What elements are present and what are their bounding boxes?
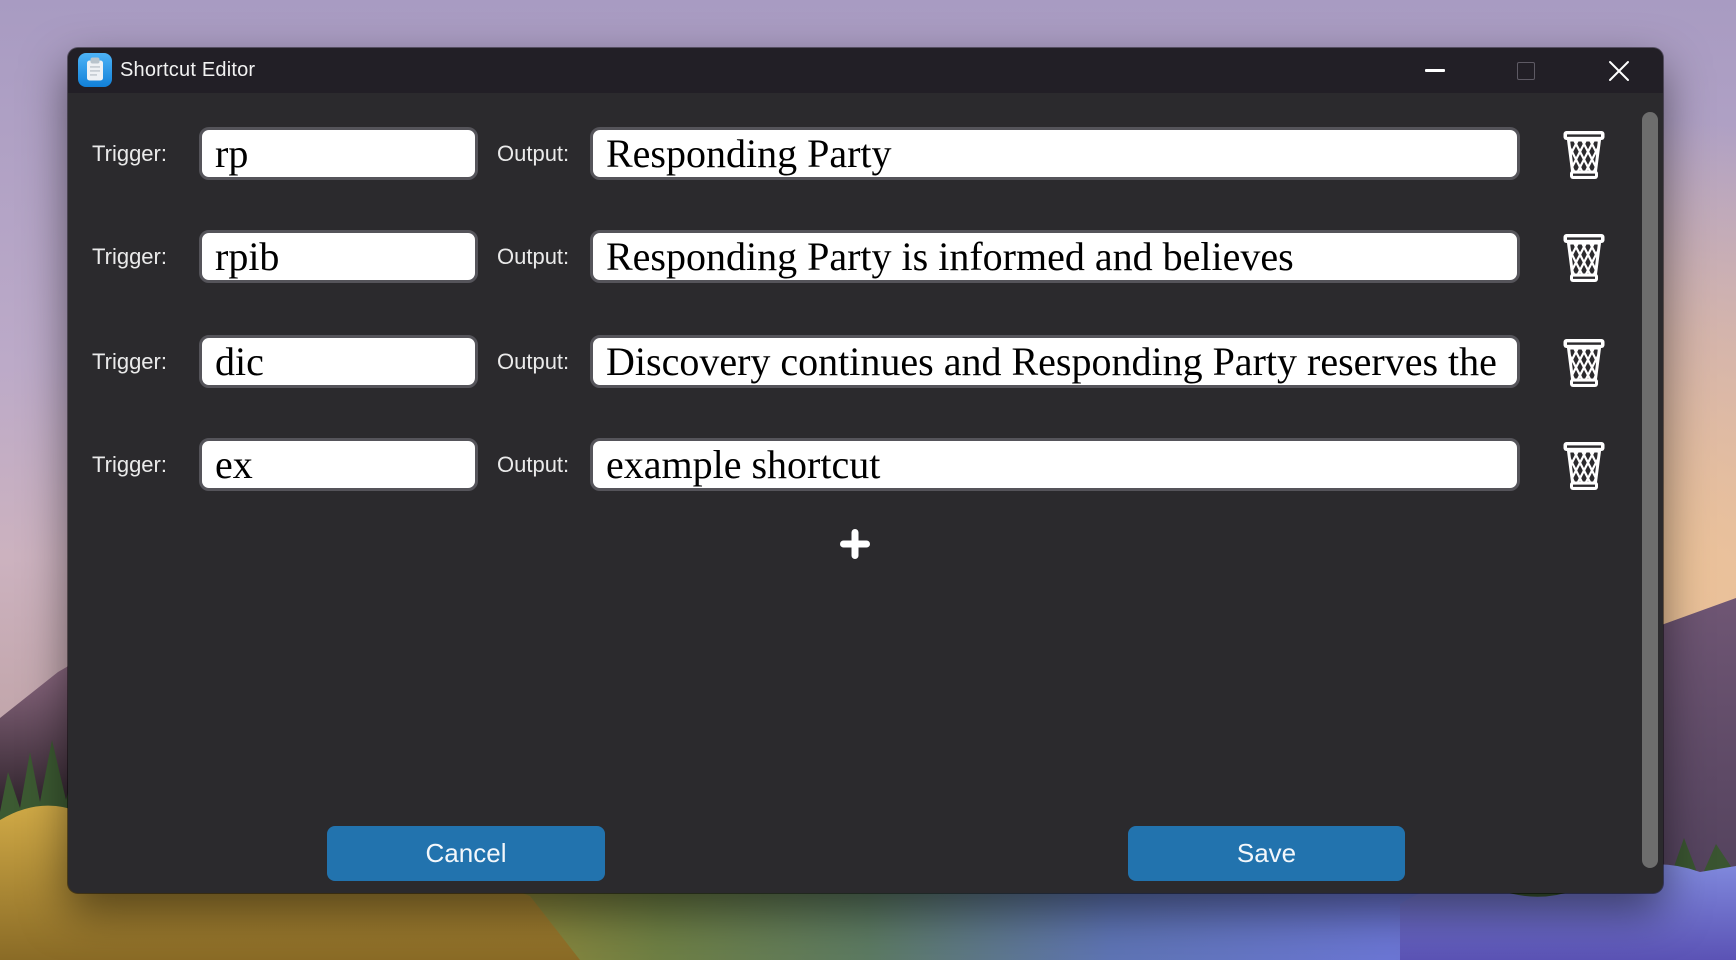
trigger-label: Trigger:	[92, 127, 167, 180]
trash-icon	[1562, 232, 1606, 282]
trigger-label: Trigger:	[92, 438, 167, 491]
trigger-label: Trigger:	[92, 230, 167, 283]
delete-shortcut-button[interactable]	[1558, 231, 1610, 283]
add-shortcut-button[interactable]	[823, 522, 887, 566]
output-label: Output:	[497, 230, 569, 283]
output-input[interactable]	[590, 335, 1520, 388]
output-input[interactable]	[590, 127, 1520, 180]
trigger-input[interactable]	[199, 438, 478, 491]
cancel-button[interactable]: Cancel	[327, 826, 605, 881]
output-input[interactable]	[590, 230, 1520, 283]
window-title: Shortcut Editor	[120, 48, 255, 93]
trigger-label: Trigger:	[92, 335, 167, 388]
maximize-button[interactable]	[1495, 48, 1557, 93]
plus-icon	[840, 529, 870, 559]
output-label: Output:	[497, 335, 569, 388]
minimize-icon	[1425, 69, 1445, 72]
scrollbar-thumb[interactable]	[1642, 112, 1658, 868]
output-input[interactable]	[590, 438, 1520, 491]
output-label: Output:	[497, 438, 569, 491]
shortcut-row: Trigger: Output:	[68, 127, 1663, 180]
titlebar[interactable]: Shortcut Editor	[68, 48, 1663, 93]
close-button[interactable]	[1588, 48, 1650, 93]
trash-icon	[1562, 129, 1606, 179]
output-label: Output:	[497, 127, 569, 180]
trash-icon	[1562, 440, 1606, 490]
shortcut-row: Trigger: Output:	[68, 230, 1663, 283]
shortcut-row: Trigger: Output:	[68, 335, 1663, 388]
scrollbar[interactable]	[1642, 98, 1659, 883]
minimize-button[interactable]	[1404, 48, 1466, 93]
trigger-input[interactable]	[199, 230, 478, 283]
save-button[interactable]: Save	[1128, 826, 1405, 881]
clipboard-app-icon	[78, 53, 112, 87]
shortcut-editor-window: Shortcut Editor Trigger: Output:	[68, 48, 1663, 893]
delete-shortcut-button[interactable]	[1558, 336, 1610, 388]
trash-icon	[1562, 337, 1606, 387]
trigger-input[interactable]	[199, 127, 478, 180]
close-icon	[1608, 60, 1630, 82]
shortcut-row: Trigger: Output:	[68, 438, 1663, 491]
trigger-input[interactable]	[199, 335, 478, 388]
maximize-icon	[1517, 62, 1535, 80]
delete-shortcut-button[interactable]	[1558, 128, 1610, 180]
delete-shortcut-button[interactable]	[1558, 439, 1610, 491]
